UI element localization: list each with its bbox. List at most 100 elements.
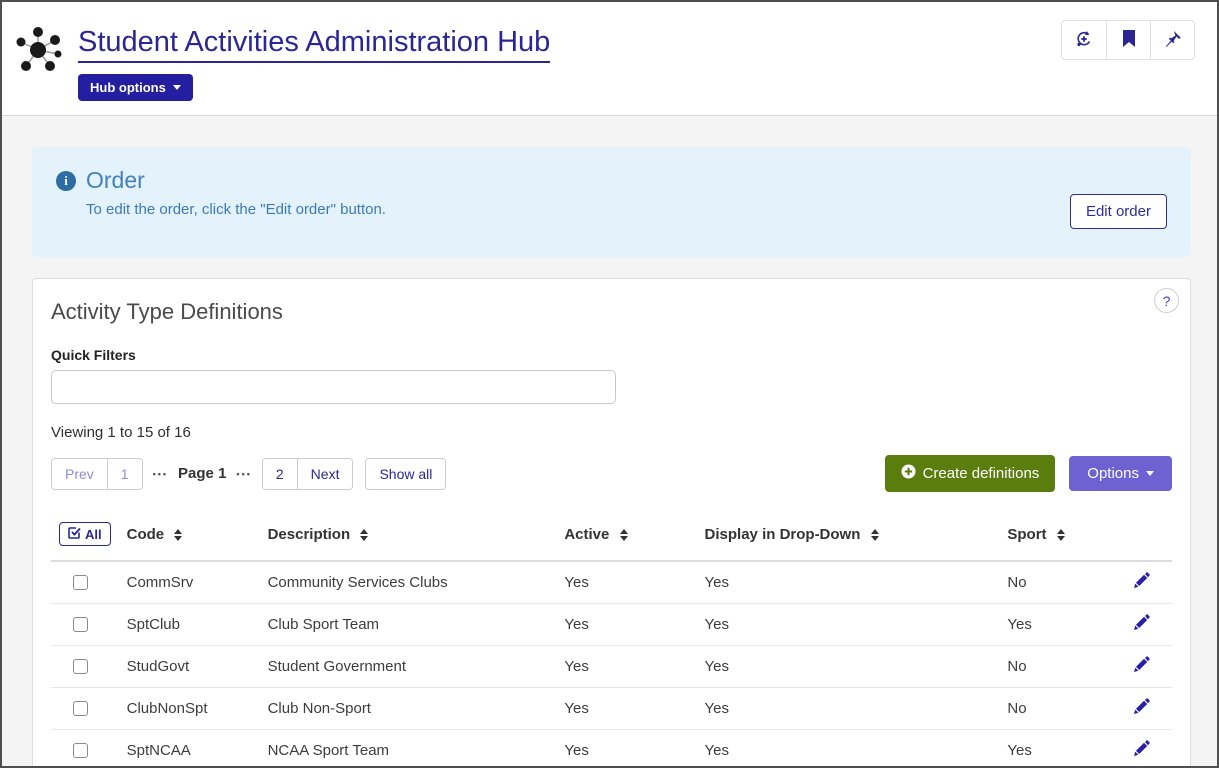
sort-icon <box>174 529 182 541</box>
table-row: SptNCAA NCAA Sport Team Yes Yes Yes <box>51 730 1172 768</box>
ellipsis-left: ••• <box>153 469 168 479</box>
row-checkbox[interactable] <box>73 743 88 758</box>
hub-options-button[interactable]: Hub options <box>78 74 193 101</box>
row-checkbox[interactable] <box>73 659 88 674</box>
order-panel-title: Order <box>86 167 145 194</box>
quick-filters-label: Quick Filters <box>51 347 1172 363</box>
cell-display: Yes <box>697 730 1000 768</box>
edit-row-button[interactable] <box>1133 698 1150 718</box>
bookmark-button[interactable] <box>1106 21 1150 59</box>
create-definitions-button[interactable]: Create definitions <box>885 455 1056 492</box>
pencil-icon <box>1133 619 1150 634</box>
table-body: CommSrv Community Services Clubs Yes Yes… <box>51 561 1172 768</box>
page-title[interactable]: Student Activities Administration Hub <box>78 26 550 63</box>
info-icon: i <box>56 171 76 191</box>
cell-active: Yes <box>556 688 696 730</box>
table-header-row: All Code Description Active <box>51 518 1172 561</box>
question-mark-icon: ? <box>1163 293 1171 309</box>
caret-down-icon <box>1146 471 1154 476</box>
column-header-code[interactable]: Code <box>119 518 260 561</box>
cell-code: StudGovt <box>119 646 260 688</box>
sort-icon <box>1057 529 1065 541</box>
cell-code: SptClub <box>119 604 260 646</box>
pin-button[interactable] <box>1150 21 1194 59</box>
header-toolbar <box>1061 20 1195 60</box>
pagination-bar: Prev 1 ••• Page 1 ••• 2 Next Show all <box>51 455 1172 492</box>
pin-icon <box>1163 29 1183 52</box>
edit-row-button[interactable] <box>1133 740 1150 760</box>
edit-order-button[interactable]: Edit order <box>1070 194 1167 229</box>
cell-display: Yes <box>697 604 1000 646</box>
show-all-button[interactable]: Show all <box>365 458 446 490</box>
hub-logo-icon <box>12 24 64 81</box>
row-checkbox[interactable] <box>73 701 88 716</box>
cell-active: Yes <box>556 730 696 768</box>
pencil-icon <box>1133 577 1150 592</box>
cell-active: Yes <box>556 604 696 646</box>
cell-sport: No <box>999 688 1125 730</box>
row-checkbox[interactable] <box>73 575 88 590</box>
edit-row-button[interactable] <box>1133 656 1150 676</box>
bookmark-icon <box>1121 30 1137 51</box>
cell-active: Yes <box>556 646 696 688</box>
panel-title: Activity Type Definitions <box>51 299 1172 325</box>
cell-description: Community Services Clubs <box>260 561 557 604</box>
sort-icon <box>620 529 628 541</box>
app-window: Student Activities Administration Hub Hu… <box>0 0 1219 768</box>
options-button[interactable]: Options <box>1069 456 1172 491</box>
pencil-icon <box>1133 703 1150 718</box>
cell-sport: Yes <box>999 604 1125 646</box>
edit-row-button[interactable] <box>1133 572 1150 592</box>
quick-filters-input[interactable] <box>51 370 616 404</box>
column-header-edit <box>1125 518 1172 561</box>
cell-code: SptNCAA <box>119 730 260 768</box>
sort-icon <box>360 529 368 541</box>
cell-description: Student Government <box>260 646 557 688</box>
page-content: i Order To edit the order, click the "Ed… <box>2 116 1217 767</box>
cell-display: Yes <box>697 561 1000 604</box>
column-header-sport[interactable]: Sport <box>999 518 1125 561</box>
cell-display: Yes <box>697 688 1000 730</box>
ellipsis-right: ••• <box>236 469 251 479</box>
row-checkbox[interactable] <box>73 617 88 632</box>
next-page-button[interactable]: Next <box>297 459 353 489</box>
select-all-button[interactable]: All <box>59 522 111 546</box>
cell-description: NCAA Sport Team <box>260 730 557 768</box>
cell-active: Yes <box>556 561 696 604</box>
cell-sport: Yes <box>999 730 1125 768</box>
table-row: SptClub Club Sport Team Yes Yes Yes <box>51 604 1172 646</box>
current-page-label: Page 1 <box>178 465 226 482</box>
column-header-description[interactable]: Description <box>260 518 557 561</box>
pencil-icon <box>1133 745 1150 760</box>
definitions-table: All Code Description Active <box>51 518 1172 768</box>
edit-row-button[interactable] <box>1133 614 1150 634</box>
viewing-status: Viewing 1 to 15 of 16 <box>51 424 1172 441</box>
order-panel-message: To edit the order, click the "Edit order… <box>86 201 1167 218</box>
cell-sport: No <box>999 646 1125 688</box>
pencil-icon <box>1133 661 1150 676</box>
pager-group-prev: Prev 1 <box>51 458 143 490</box>
table-row: ClubNonSpt Club Non-Sport Yes Yes No <box>51 688 1172 730</box>
page-1-button[interactable]: 1 <box>107 459 142 489</box>
sort-icon <box>871 529 879 541</box>
table-row: CommSrv Community Services Clubs Yes Yes… <box>51 561 1172 604</box>
cell-code: ClubNonSpt <box>119 688 260 730</box>
help-button[interactable]: ? <box>1154 288 1179 313</box>
cell-display: Yes <box>697 646 1000 688</box>
column-header-display[interactable]: Display in Drop-Down <box>697 518 1000 561</box>
prev-page-button[interactable]: Prev <box>52 459 107 489</box>
table-row: StudGovt Student Government Yes Yes No <box>51 646 1172 688</box>
check-square-icon <box>68 526 81 542</box>
header: Student Activities Administration Hub Hu… <box>2 2 1217 116</box>
cell-description: Club Sport Team <box>260 604 557 646</box>
cell-code: CommSrv <box>119 561 260 604</box>
plus-circle-icon <box>901 464 916 483</box>
sync-add-button[interactable] <box>1062 21 1106 59</box>
column-header-active[interactable]: Active <box>556 518 696 561</box>
definitions-panel: ? Activity Type Definitions Quick Filter… <box>32 278 1191 768</box>
order-panel: i Order To edit the order, click the "Ed… <box>32 147 1191 257</box>
page-2-button[interactable]: 2 <box>263 459 297 489</box>
cell-sport: No <box>999 561 1125 604</box>
pager-group-next: 2 Next <box>262 458 354 490</box>
cell-description: Club Non-Sport <box>260 688 557 730</box>
